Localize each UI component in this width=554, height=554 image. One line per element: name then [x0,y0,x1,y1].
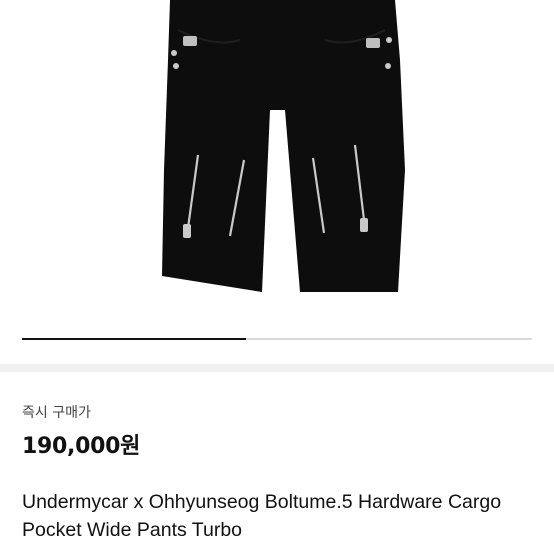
buckle-left [183,36,197,46]
purchase-type-label: 즉시 구매가 [22,405,91,421]
image-carousel-progress-fill [22,338,247,340]
pants-photo [162,0,405,292]
zipper-pull-left [183,224,191,238]
snap-left-bottom [173,63,179,69]
snap-left-top [171,50,177,56]
product-image[interactable] [0,0,554,340]
price: 190,000원 [22,434,141,459]
buckle-right [366,38,380,48]
snap-right-bottom [385,63,391,69]
snap-right-top [386,37,392,43]
image-carousel-progress [22,338,532,340]
section-divider [0,364,554,372]
zipper-pull-right [360,218,368,232]
product-title[interactable]: Undermycar x Ohhyunseog Boltume.5 Hardwa… [22,488,542,544]
